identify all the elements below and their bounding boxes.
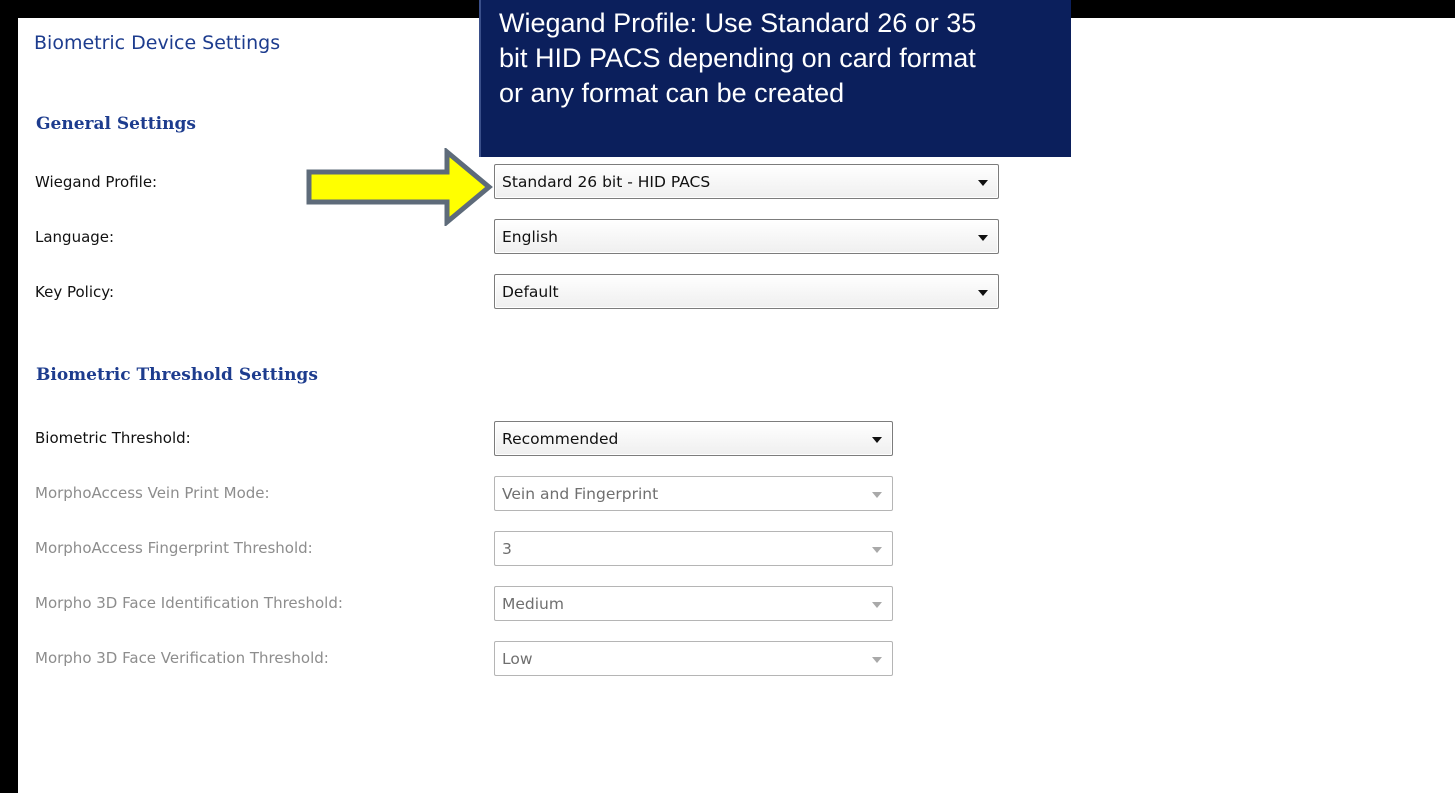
chevron-down-icon [872,492,882,498]
page-title: Biometric Device Settings [34,32,281,54]
biometric-threshold-label: Biometric Threshold: [35,429,191,447]
wiegand-profile-select[interactable]: Standard 26 bit - HID PACS [494,164,999,199]
vein-print-mode-select: Vein and Fingerprint [494,476,893,511]
face-identification-label: Morpho 3D Face Identification Threshold: [35,594,343,612]
vein-print-mode-label: MorphoAccess Vein Print Mode: [35,484,270,502]
chevron-down-icon[interactable] [978,235,988,241]
face-identification-value: Medium [502,595,564,613]
key-policy-value: Default [502,283,559,301]
language-value: English [502,228,558,246]
face-verification-value: Low [502,650,533,668]
fingerprint-threshold-value: 3 [502,540,512,558]
language-select[interactable]: English [494,219,999,254]
face-identification-select: Medium [494,586,893,621]
face-verification-label: Morpho 3D Face Verification Threshold: [35,649,329,667]
wiegand-profile-value: Standard 26 bit - HID PACS [502,173,711,191]
biometric-threshold-select[interactable]: Recommended [494,421,893,456]
chevron-down-icon [872,547,882,553]
key-policy-select[interactable]: Default [494,274,999,309]
chevron-down-icon[interactable] [978,180,988,186]
fingerprint-threshold-select: 3 [494,531,893,566]
chevron-down-icon[interactable] [872,437,882,443]
callout-line: or any format can be created [499,78,845,108]
vein-print-mode-value: Vein and Fingerprint [502,485,659,503]
annotation-callout: Wiegand Profile: Use Standard 26 or 35 b… [479,0,1071,157]
chevron-down-icon [872,657,882,663]
biometric-threshold-heading: Biometric Threshold Settings [36,365,318,385]
wiegand-profile-label: Wiegand Profile: [35,173,158,191]
arrow-right-icon [306,148,493,226]
biometric-threshold-value: Recommended [502,430,619,448]
language-label: Language: [35,228,115,246]
face-verification-select: Low [494,641,893,676]
callout-line: Wiegand Profile: Use Standard 26 or 35 [499,8,977,38]
chevron-down-icon[interactable] [978,290,988,296]
key-policy-label: Key Policy: [35,283,115,301]
fingerprint-threshold-label: MorphoAccess Fingerprint Threshold: [35,539,313,557]
callout-line: bit HID PACS depending on card format [499,43,976,73]
chevron-down-icon [872,602,882,608]
general-settings-heading: General Settings [36,114,196,134]
